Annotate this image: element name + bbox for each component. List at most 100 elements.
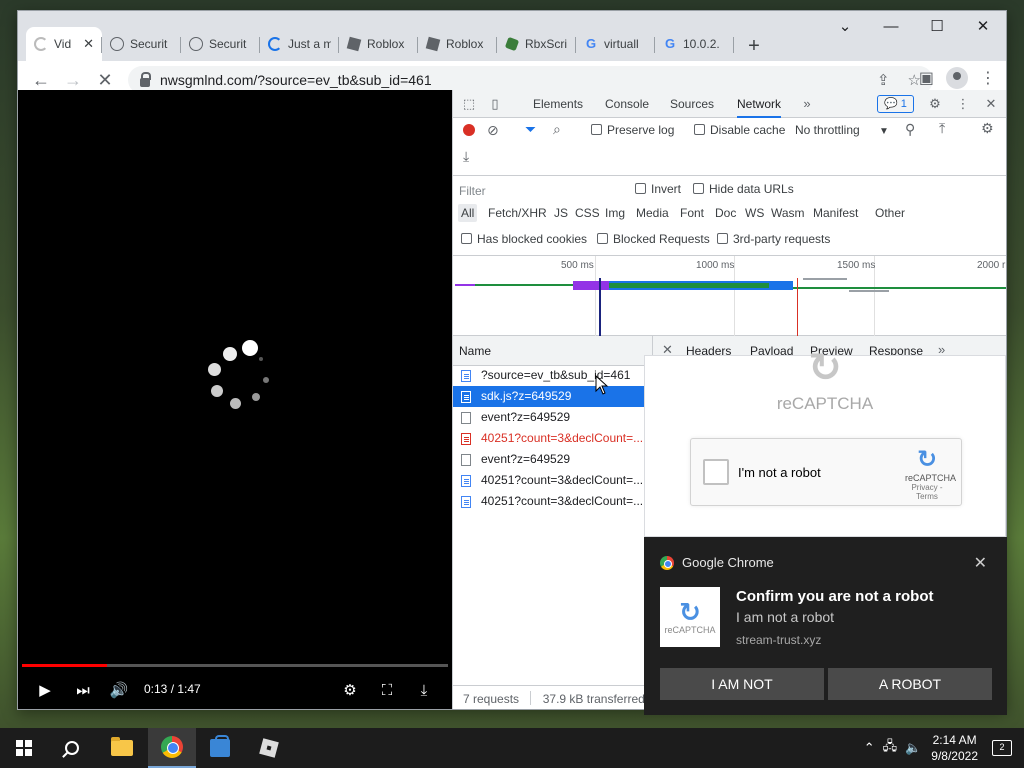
type-filter-other[interactable]: Other bbox=[872, 204, 908, 222]
close-notification-icon[interactable]: ✕ bbox=[974, 553, 987, 573]
maximize-icon[interactable]: ☐ bbox=[914, 11, 960, 41]
request-row[interactable]: 40251?count=3&declCount=... bbox=[453, 491, 645, 512]
type-filter-ws[interactable]: WS bbox=[742, 204, 767, 222]
menu-kebab-icon[interactable]: ⋮ bbox=[980, 68, 996, 88]
filter-funnel-icon[interactable]: ⏷ bbox=[525, 121, 536, 138]
type-filter-all[interactable]: All bbox=[458, 204, 478, 222]
a-robot-button[interactable]: A ROBOT bbox=[828, 668, 992, 700]
timeline-load-marker bbox=[797, 278, 798, 336]
tab-title: Roblox bbox=[446, 37, 484, 51]
has-blocked-cookies-checkbox[interactable]: Has blocked cookies bbox=[461, 232, 587, 246]
search-button[interactable] bbox=[48, 728, 96, 768]
throttling-select[interactable]: No throttling ▼ bbox=[795, 123, 889, 137]
inspect-element-icon[interactable]: ⬚ bbox=[461, 96, 477, 112]
hide-data-urls-checkbox[interactable]: Hide data URLs bbox=[693, 182, 794, 196]
disable-cache-checkbox[interactable]: Disable cache bbox=[694, 123, 785, 137]
search-icon[interactable]: ⌕ bbox=[553, 121, 561, 138]
video-progress-bar[interactable] bbox=[22, 664, 448, 667]
browser-tab[interactable]: G virtuall bbox=[576, 27, 655, 61]
status-divider bbox=[530, 691, 532, 705]
type-filter-js[interactable]: JS bbox=[551, 204, 571, 222]
video-player[interactable]: ▶ ⏭ 🔊 0:13 / 1:47 ⚙ ⛶ ⤓ bbox=[18, 90, 452, 709]
network-conditions-icon[interactable]: ⚲ bbox=[905, 121, 915, 138]
type-filter-css[interactable]: CSS bbox=[572, 204, 603, 222]
play-icon[interactable]: ▶ bbox=[34, 680, 56, 700]
import-har-icon[interactable]: ⤒ bbox=[939, 120, 945, 137]
request-row[interactable]: ?source=ev_tb&sub_id=461 bbox=[453, 365, 645, 386]
fullscreen-icon[interactable]: ⛶ bbox=[376, 680, 398, 700]
settings-gear-icon[interactable]: ⚙ bbox=[339, 680, 361, 700]
i-am-not-button[interactable]: I AM NOT bbox=[660, 668, 824, 700]
show-hidden-icons-chevron-icon[interactable]: ⌃ bbox=[864, 740, 875, 756]
tab-title: Just a m bbox=[288, 37, 331, 51]
next-icon[interactable]: ⏭ bbox=[72, 680, 94, 700]
lock-icon bbox=[140, 71, 151, 87]
start-button[interactable] bbox=[0, 728, 48, 768]
network-settings-gear-icon[interactable]: ⚙ bbox=[981, 120, 994, 137]
browser-tab[interactable]: Securit bbox=[102, 27, 181, 61]
download-icon[interactable]: ⤓ bbox=[413, 680, 435, 700]
name-column-header[interactable]: Name bbox=[459, 344, 491, 358]
browser-tab[interactable]: Roblox bbox=[339, 27, 418, 61]
devtools-tab-network[interactable]: Network bbox=[737, 90, 782, 118]
preserve-log-checkbox[interactable]: Preserve log bbox=[591, 123, 674, 137]
recaptcha-terms-link[interactable]: Privacy - Terms bbox=[905, 483, 949, 501]
blocked-requests-checkbox[interactable]: Blocked Requests bbox=[597, 232, 710, 246]
volume-icon[interactable]: 🔈 bbox=[905, 740, 921, 756]
request-row[interactable]: 40251?count=3&declCount=... bbox=[453, 470, 645, 491]
browser-tab[interactable]: G 10.0.2. bbox=[655, 27, 734, 61]
type-filter-doc[interactable]: Doc bbox=[712, 204, 739, 222]
roblox-taskbar-button[interactable] bbox=[245, 728, 293, 768]
browser-tab[interactable]: Vid ✕ bbox=[26, 27, 102, 61]
browser-tab[interactable]: Roblox bbox=[418, 27, 497, 61]
export-har-icon[interactable]: ⤓ bbox=[463, 148, 469, 165]
type-filter-font[interactable]: Font bbox=[677, 204, 707, 222]
browser-tab[interactable]: RbxScri bbox=[497, 27, 576, 61]
volume-icon[interactable]: 🔊 bbox=[108, 680, 130, 700]
profile-avatar-icon[interactable] bbox=[946, 67, 968, 89]
third-party-requests-checkbox[interactable]: 3rd-party requests bbox=[717, 232, 830, 246]
devtools-tab-elements[interactable]: Elements bbox=[533, 90, 583, 118]
settings-gear-icon[interactable]: ⚙ bbox=[927, 96, 943, 112]
type-filter-img[interactable]: Img bbox=[602, 204, 628, 222]
device-toolbar-icon[interactable]: ▯ bbox=[487, 96, 503, 112]
minimize-icon[interactable]: — bbox=[868, 11, 914, 41]
type-filter-fetch-xhr[interactable]: Fetch/XHR bbox=[485, 204, 550, 222]
side-panel-icon[interactable]: ▣ bbox=[919, 68, 934, 88]
network-icon[interactable]: 🖧 bbox=[883, 737, 898, 759]
recaptcha-checkbox[interactable] bbox=[703, 459, 729, 485]
filter-input[interactable]: Filter bbox=[455, 181, 620, 201]
devtools-menu-icon[interactable]: ⋮ bbox=[955, 96, 971, 112]
more-tabs-chevron-icon[interactable]: » bbox=[799, 96, 815, 112]
request-row[interactable]: event?z=649529 bbox=[453, 407, 645, 428]
close-tab-icon[interactable]: ✕ bbox=[83, 36, 94, 52]
issues-badge[interactable]: 💬 1 bbox=[877, 95, 914, 113]
devtools-tab-console[interactable]: Console bbox=[605, 90, 649, 118]
invert-checkbox[interactable]: Invert bbox=[635, 182, 681, 196]
devtools-tab-sources[interactable]: Sources bbox=[670, 90, 714, 118]
network-overview-timeline[interactable]: 500 ms 1000 ms 1500 ms 2000 r bbox=[453, 256, 1006, 336]
clear-icon[interactable]: ⊘ bbox=[487, 122, 499, 139]
close-devtools-icon[interactable]: ✕ bbox=[983, 96, 999, 112]
share-icon[interactable]: ⇪ bbox=[877, 71, 890, 89]
record-icon[interactable] bbox=[463, 124, 475, 136]
type-filter-wasm[interactable]: Wasm bbox=[768, 204, 808, 222]
browser-tab[interactable]: Just a m bbox=[260, 27, 339, 61]
new-tab-button[interactable]: + bbox=[740, 33, 768, 61]
type-filter-media[interactable]: Media bbox=[633, 204, 672, 222]
clock[interactable]: 2:14 AM 9/8/2022 bbox=[931, 732, 978, 764]
request-row[interactable]: event?z=649529 bbox=[453, 449, 645, 470]
url-text[interactable]: nwsgmlnd.com/?source=ev_tb&sub_id=461 bbox=[160, 72, 432, 88]
action-center-icon[interactable]: 2 bbox=[992, 740, 1012, 756]
hide-data-urls-label: Hide data URLs bbox=[709, 182, 794, 196]
browser-tab[interactable]: Securit bbox=[181, 27, 260, 61]
tab-search-icon[interactable]: ⌄ bbox=[822, 11, 868, 41]
request-row[interactable]: sdk.js?z=649529 bbox=[453, 386, 645, 407]
close-window-icon[interactable]: ✕ bbox=[960, 11, 1006, 41]
file-explorer-button[interactable] bbox=[98, 728, 146, 768]
chrome-taskbar-button[interactable] bbox=[148, 728, 196, 768]
recaptcha-logo-icon: ↻ bbox=[679, 597, 701, 627]
request-row[interactable]: 40251?count=3&declCount=... bbox=[453, 428, 645, 449]
store-button[interactable] bbox=[196, 728, 244, 768]
type-filter-manifest[interactable]: Manifest bbox=[810, 204, 861, 222]
